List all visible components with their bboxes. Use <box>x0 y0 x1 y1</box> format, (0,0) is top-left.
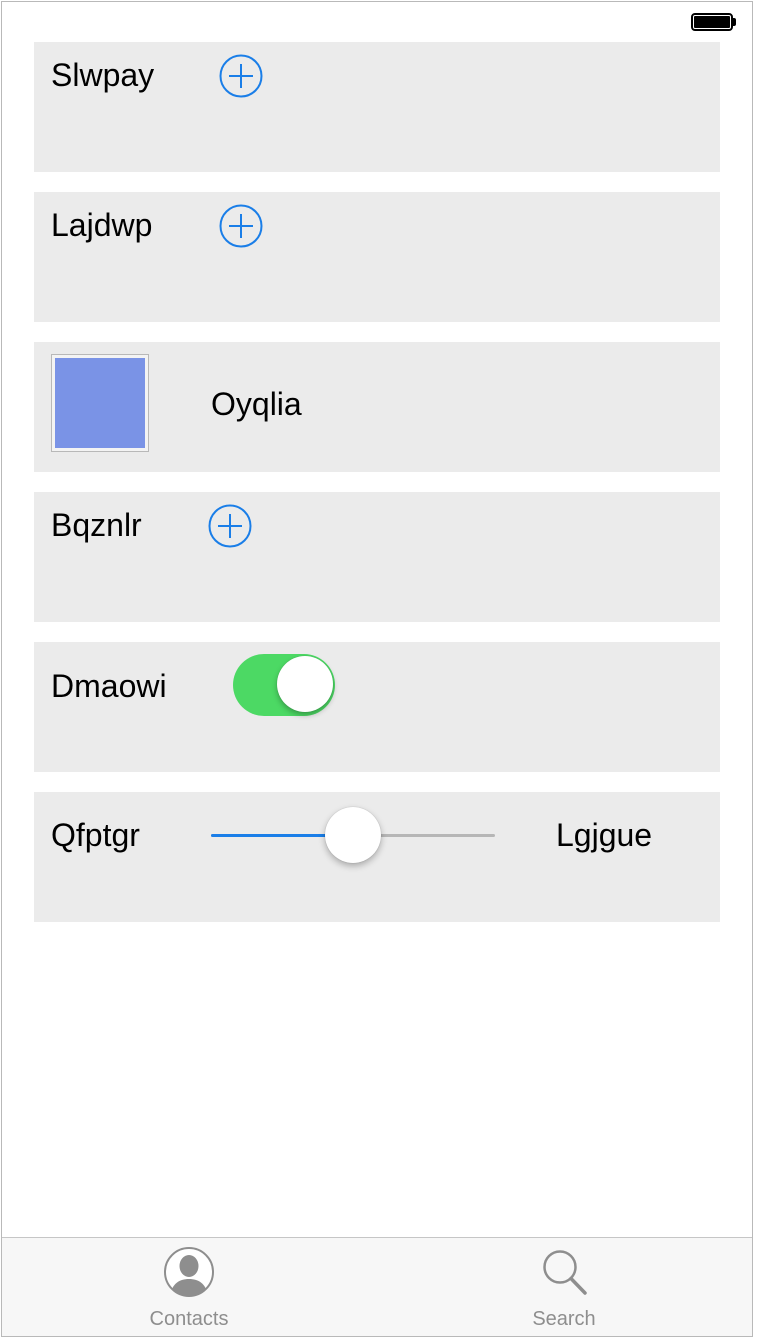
plus-circle-icon <box>208 504 252 548</box>
row-oyqlia: Oyqlia <box>34 342 720 472</box>
app-screen: Slwpay Lajdwp Oyqlia Bqznlr Dmaowi Qfptg… <box>0 0 760 1340</box>
slider-thumb[interactable] <box>325 807 381 863</box>
row-label: Lajdwp <box>51 207 153 243</box>
tab-label: Contacts <box>149 1308 229 1330</box>
row-label: Bqznlr <box>51 507 142 543</box>
row-dmaowi: Dmaowi <box>34 642 720 772</box>
value-slider[interactable] <box>211 807 495 863</box>
contacts-person-icon <box>163 1246 215 1298</box>
tab-bar: Contacts Search <box>2 1237 752 1337</box>
slider-right-label: Lgjgue <box>556 817 653 853</box>
toggle-switch[interactable] <box>233 654 335 716</box>
swatch-fill <box>55 358 145 448</box>
tab-contacts[interactable]: Contacts <box>89 1238 289 1337</box>
row-label: Slwpay <box>51 57 155 93</box>
row-slwpay: Slwpay <box>34 42 720 172</box>
battery-full-icon <box>691 13 736 31</box>
tab-label: Search <box>532 1308 596 1330</box>
row-bqznlr: Bqznlr <box>34 492 720 622</box>
color-swatch[interactable] <box>51 354 149 452</box>
magnifier-search-icon <box>538 1246 590 1298</box>
row-lajdwp: Lajdwp <box>34 192 720 322</box>
add-button[interactable] <box>219 54 263 98</box>
plus-circle-icon <box>219 54 263 98</box>
row-label: Qfptgr <box>51 817 140 853</box>
toggle-knob <box>277 656 333 712</box>
add-button[interactable] <box>219 204 263 248</box>
row-label: Oyqlia <box>211 386 302 422</box>
tab-search[interactable]: Search <box>464 1238 664 1337</box>
row-label: Dmaowi <box>51 668 167 704</box>
plus-circle-icon <box>219 204 263 248</box>
row-qfptgr: Qfptgr Lgjgue <box>34 792 720 922</box>
add-button[interactable] <box>208 504 252 548</box>
